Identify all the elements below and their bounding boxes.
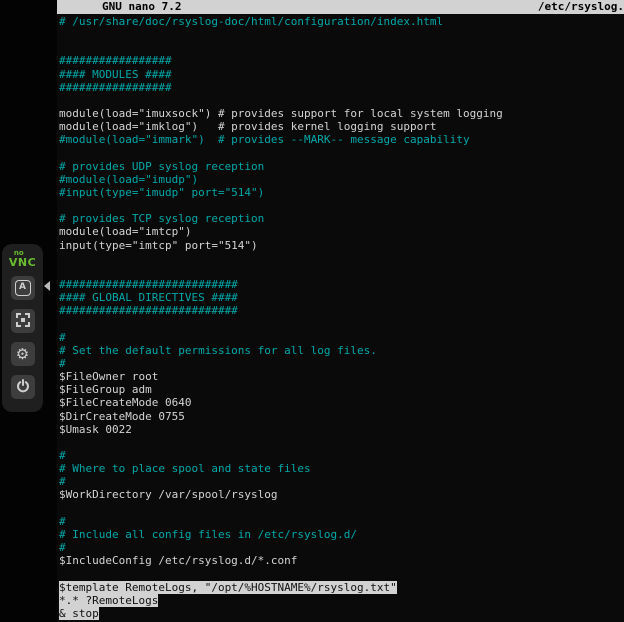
editor-line bbox=[59, 94, 624, 107]
vnc-control-strip: no VNC A ⚙ bbox=[0, 0, 57, 622]
editor-line: & stop bbox=[59, 607, 624, 620]
editor-lines[interactable]: # /usr/share/doc/rsyslog-doc/html/config… bbox=[57, 14, 624, 620]
editor-line: # /usr/share/doc/rsyslog-doc/html/config… bbox=[59, 15, 624, 28]
fullscreen-icon bbox=[16, 313, 30, 330]
editor-line bbox=[59, 436, 624, 449]
novnc-logo: no VNC bbox=[9, 249, 36, 267]
keyboard-a-icon: A bbox=[15, 280, 31, 296]
editor-line: module(load="imuxsock") # provides suppo… bbox=[59, 107, 624, 120]
fullscreen-button[interactable] bbox=[11, 309, 35, 333]
editor-line: ################# bbox=[59, 54, 624, 67]
editor-line: *.* ?RemoteLogs bbox=[59, 594, 624, 607]
editor-line: #input(type="imudp" port="514") bbox=[59, 186, 624, 199]
editor-line: # bbox=[59, 541, 624, 554]
editor-line: # provides UDP syslog reception bbox=[59, 160, 624, 173]
gear-icon: ⚙ bbox=[16, 347, 29, 362]
editor-line: $IncludeConfig /etc/rsyslog.d/*.conf bbox=[59, 554, 624, 567]
editor-line bbox=[59, 317, 624, 330]
editor-line: $WorkDirectory /var/spool/rsyslog bbox=[59, 488, 624, 501]
editor-line: $FileCreateMode 0640 bbox=[59, 396, 624, 409]
editor-line: input(type="imtcp" port="514") bbox=[59, 239, 624, 252]
nano-titlebar: GNU nano 7.2 /etc/rsyslog. bbox=[57, 0, 624, 14]
editor-line: module(load="imtcp") bbox=[59, 225, 624, 238]
vnc-control-panel: no VNC A ⚙ bbox=[2, 244, 43, 412]
editor-line: #### GLOBAL DIRECTIVES #### bbox=[59, 291, 624, 304]
editor-line: $Umask 0022 bbox=[59, 423, 624, 436]
editor-line: #module(load="immark") # provides --MARK… bbox=[59, 133, 624, 146]
editor-line bbox=[59, 502, 624, 515]
editor-line bbox=[59, 265, 624, 278]
editor-line: #module(load="imudp") bbox=[59, 173, 624, 186]
nano-terminal[interactable]: GNU nano 7.2 /etc/rsyslog. # /usr/share/… bbox=[57, 0, 624, 622]
editor-line: # bbox=[59, 515, 624, 528]
editor-line bbox=[59, 199, 624, 212]
editor-line: $DirCreateMode 0755 bbox=[59, 410, 624, 423]
editor-line bbox=[59, 41, 624, 54]
editor-line bbox=[59, 252, 624, 265]
panel-collapse-handle[interactable] bbox=[44, 281, 50, 291]
editor-line: $FileOwner root bbox=[59, 370, 624, 383]
editor-line: #### MODULES #### bbox=[59, 68, 624, 81]
editor-line: ########################### bbox=[59, 278, 624, 291]
editor-line: # Include all config files in /etc/rsysl… bbox=[59, 528, 624, 541]
editor-line: # bbox=[59, 449, 624, 462]
editor-line: $FileGroup adm bbox=[59, 383, 624, 396]
power-button[interactable] bbox=[11, 375, 35, 399]
editor-line: $template RemoteLogs, "/opt/%HOSTNAME%/r… bbox=[59, 581, 624, 594]
nano-version-label: GNU nano 7.2 bbox=[57, 0, 181, 14]
novnc-logo-text: VNC bbox=[9, 258, 36, 267]
editor-line: # bbox=[59, 475, 624, 488]
editor-line bbox=[59, 28, 624, 41]
editor-line: ################# bbox=[59, 81, 624, 94]
editor-line: # Set the default permissions for all lo… bbox=[59, 344, 624, 357]
open-file-name: /etc/rsyslog. bbox=[538, 0, 624, 14]
extra-keys-button[interactable]: A bbox=[11, 276, 35, 300]
editor-line: ########################### bbox=[59, 304, 624, 317]
editor-line bbox=[59, 567, 624, 580]
editor-line: module(load="imklog") # provides kernel … bbox=[59, 120, 624, 133]
settings-button[interactable]: ⚙ bbox=[11, 342, 35, 366]
editor-line: # bbox=[59, 331, 624, 344]
power-icon bbox=[16, 379, 30, 396]
editor-line: # bbox=[59, 357, 624, 370]
editor-line: # provides TCP syslog reception bbox=[59, 212, 624, 225]
editor-line bbox=[59, 147, 624, 160]
editor-line: # Where to place spool and state files bbox=[59, 462, 624, 475]
